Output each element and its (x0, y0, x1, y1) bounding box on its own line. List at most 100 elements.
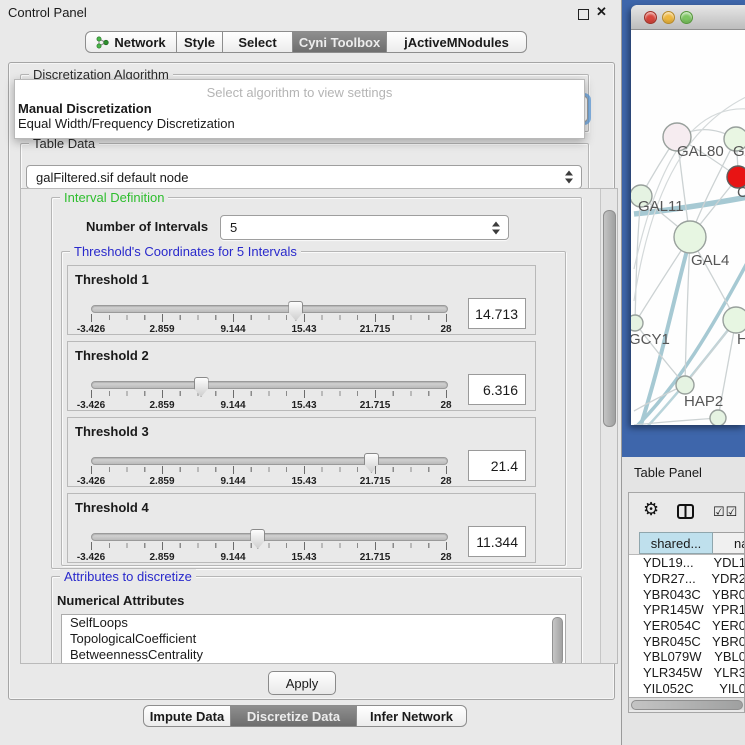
cell-name[interactable]: YDL1 (709, 555, 745, 570)
cell-shared-name[interactable]: YLR345W (629, 665, 709, 680)
table-header-row: shared... name (629, 532, 745, 554)
algorithm-dropdown-popup: Select algorithm to view settings Manual… (14, 79, 585, 139)
attribute-item[interactable]: SelfLoops (62, 615, 565, 631)
table-row[interactable]: YLR345WYLR3 (629, 665, 745, 681)
network-canvas: GAL80GAGAL11CGAL4GCY1HHAP2 (631, 30, 745, 425)
settings-scrollpane: Interval Definition Number of Intervals … (20, 188, 618, 664)
dropdown-option-equal-width[interactable]: Equal Width/Frequency Discretization (17, 116, 582, 131)
attribute-item[interactable]: TopologicalCoefficient (62, 631, 565, 647)
column-header-name[interactable]: name (713, 532, 745, 554)
slider[interactable]: -3.4262.8599.14415.4321.71528 (91, 302, 446, 336)
table-data-combo[interactable]: galFiltered.sif default node (26, 165, 582, 189)
node-label: C (737, 184, 745, 201)
network-node[interactable] (723, 307, 745, 333)
network-node[interactable] (676, 376, 694, 394)
slider[interactable]: -3.4262.8599.14415.4321.71528 (91, 530, 446, 564)
settings-scrollbar[interactable] (600, 189, 617, 663)
tab-jactivemnodules[interactable]: jActiveMNodules (387, 31, 527, 53)
major-tick (375, 390, 376, 398)
table-row[interactable]: YDL19...YDL1 (629, 555, 745, 571)
zoom-traffic-light[interactable] (680, 11, 693, 24)
major-tick (446, 390, 447, 398)
split-columns-icon[interactable] (677, 504, 694, 524)
cell-shared-name[interactable]: YPR145W (629, 602, 708, 617)
threshold-value-field[interactable]: 6.316 (468, 374, 526, 405)
cell-shared-name[interactable]: YBR043C (629, 587, 708, 602)
cell-shared-name[interactable]: YDR27... (629, 571, 707, 586)
attribute-item[interactable]: BetweennessCentrality (62, 647, 565, 663)
cell-name[interactable]: YDR2 (707, 571, 745, 586)
cell-name[interactable]: YBR0 (708, 587, 745, 602)
network-node[interactable] (710, 410, 726, 425)
threshold-value-field[interactable]: 11.344 (468, 526, 526, 557)
interval-definition-title: Interval Definition (60, 190, 168, 205)
tick-label: 28 (440, 476, 451, 487)
scrollbar-thumb[interactable] (603, 210, 616, 427)
tick-label: 21.715 (360, 552, 391, 563)
list-scrollbar-thumb[interactable] (552, 617, 563, 664)
slider[interactable]: -3.4262.8599.14415.4321.71528 (91, 454, 446, 488)
slider-track[interactable] (91, 381, 448, 389)
cell-name[interactable]: YBL0 (710, 649, 745, 664)
num-intervals-value: 5 (230, 220, 237, 235)
float-panel-icon[interactable] (578, 9, 589, 20)
tab-select[interactable]: Select (223, 31, 293, 53)
column-header-shared-name[interactable]: shared... (639, 532, 713, 554)
tick-label: 2.859 (149, 324, 174, 335)
slider-track[interactable] (91, 533, 448, 541)
cell-name[interactable]: YIL0 (715, 681, 745, 696)
tick-label: 9.144 (220, 324, 245, 335)
table-hscrollbar[interactable] (629, 697, 745, 710)
network-node[interactable] (631, 315, 643, 331)
cell-name[interactable]: YPR1 (708, 602, 745, 617)
table-row[interactable]: YBL079WYBL0 (629, 649, 745, 665)
major-tick (446, 314, 447, 322)
dropdown-option-manual[interactable]: Manual Discretization (17, 101, 582, 116)
column-checkboxes-icon[interactable]: ☑☑ (713, 504, 738, 520)
cell-shared-name[interactable]: YBL079W (629, 649, 710, 664)
tab-network[interactable]: Network (85, 31, 177, 53)
tab-cyni-toolbox[interactable]: Cyni Toolbox (293, 31, 387, 53)
tab-impute-data[interactable]: Impute Data (143, 705, 231, 727)
major-tick (304, 390, 305, 398)
num-intervals-combo[interactable]: 5 (220, 215, 509, 240)
close-traffic-light[interactable] (644, 11, 657, 24)
table-row[interactable]: YIL052CYIL0 (629, 681, 745, 697)
major-tick (162, 314, 163, 322)
table-rows: YDL19...YDL1YDR27...YDR2YBR043CYBR0YPR14… (629, 554, 745, 701)
attributes-group-title: Attributes to discretize (60, 569, 196, 584)
network-window-titlebar[interactable] (631, 5, 745, 30)
gear-icon[interactable]: ⚙ (643, 499, 659, 520)
slider-track[interactable] (91, 305, 448, 313)
slider[interactable]: -3.4262.8599.14415.4321.71528 (91, 378, 446, 412)
table-row[interactable]: YER054CYER0 (629, 618, 745, 634)
slider-track[interactable] (91, 457, 448, 465)
threshold-value-field[interactable]: 21.4 (468, 450, 526, 481)
tab-infer-network[interactable]: Infer Network (357, 705, 467, 727)
tick-label: 9.144 (220, 476, 245, 487)
hscrollbar-thumb[interactable] (631, 700, 743, 710)
apply-button[interactable]: Apply (268, 671, 336, 695)
cell-shared-name[interactable]: YER054C (629, 618, 708, 633)
tab-discretize-data[interactable]: Discretize Data (231, 705, 357, 727)
slider-ticks (91, 391, 447, 396)
table-row[interactable]: YBR045CYBR0 (629, 633, 745, 649)
minimize-traffic-light[interactable] (662, 11, 675, 24)
major-tick (375, 314, 376, 322)
table-row[interactable]: YBR043CYBR0 (629, 586, 745, 602)
tab-label: Style (184, 35, 215, 50)
cell-shared-name[interactable]: YDL19... (629, 555, 709, 570)
table-row[interactable]: YDR27...YDR2 (629, 571, 745, 587)
cell-shared-name[interactable]: YIL052C (629, 681, 715, 696)
close-icon[interactable]: ✕ (596, 4, 607, 20)
network-node[interactable] (674, 221, 706, 253)
threshold-value-field[interactable]: 14.713 (468, 298, 526, 329)
table-row[interactable]: YPR145WYPR1 (629, 602, 745, 618)
cell-name[interactable]: YBR0 (708, 634, 745, 649)
cell-shared-name[interactable]: YBR045C (629, 634, 708, 649)
attributes-list[interactable]: SelfLoopsTopologicalCoefficientBetweenne… (61, 614, 566, 664)
tab-style[interactable]: Style (177, 31, 223, 53)
cell-name[interactable]: YLR3 (709, 665, 745, 680)
cell-name[interactable]: YER0 (708, 618, 745, 633)
control-panel: Control Panel ✕ Network Style Select Cyn… (0, 0, 622, 745)
